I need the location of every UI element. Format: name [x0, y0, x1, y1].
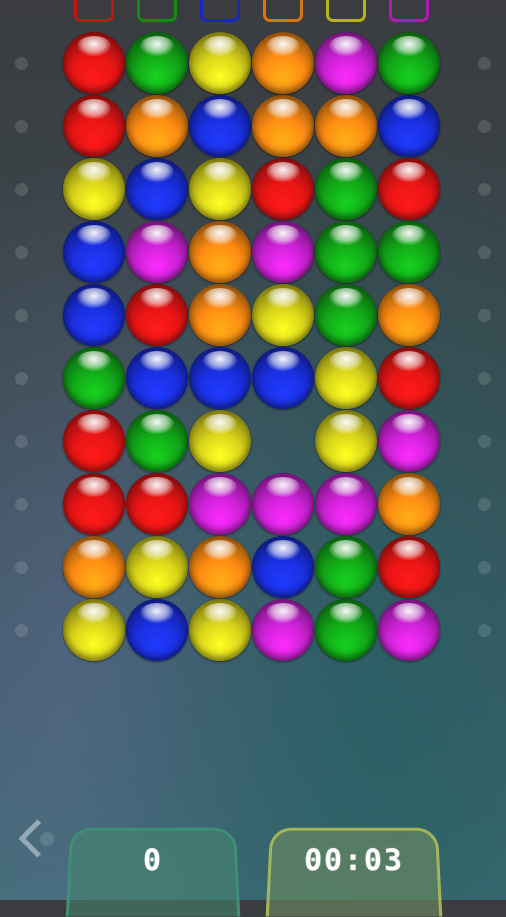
ball-magenta[interactable] [378, 410, 440, 472]
right-row-marker [478, 372, 491, 385]
score-value: 0 [142, 843, 164, 878]
ball-green[interactable] [315, 221, 377, 283]
ball-red[interactable] [252, 158, 314, 220]
ball-magenta[interactable] [315, 473, 377, 535]
ball-magenta[interactable] [252, 599, 314, 661]
ball-blue[interactable] [252, 347, 314, 409]
ball-red[interactable] [378, 536, 440, 598]
timer-value: 00:03 [303, 843, 405, 878]
ball-green[interactable] [315, 536, 377, 598]
ball-orange[interactable] [189, 536, 251, 598]
left-row-marker [15, 561, 28, 574]
ball-orange[interactable] [189, 221, 251, 283]
ball-magenta[interactable] [315, 32, 377, 94]
ball-blue[interactable] [126, 347, 188, 409]
right-row-marker [478, 624, 491, 637]
left-row-marker [15, 435, 28, 448]
timer-panel: 00:03 [265, 827, 443, 917]
ball-red[interactable] [126, 284, 188, 346]
right-row-marker [478, 120, 491, 133]
ball-blue[interactable] [63, 284, 125, 346]
ball-magenta[interactable] [189, 473, 251, 535]
ball-orange[interactable] [189, 284, 251, 346]
ball-orange[interactable] [252, 32, 314, 94]
right-row-marker [478, 309, 491, 322]
ball-blue[interactable] [63, 221, 125, 283]
ball-yellow[interactable] [189, 410, 251, 472]
left-row-marker [15, 372, 28, 385]
ball-blue[interactable] [189, 95, 251, 157]
ball-green[interactable] [126, 32, 188, 94]
ball-green[interactable] [63, 347, 125, 409]
ball-yellow[interactable] [63, 599, 125, 661]
ball-red[interactable] [378, 347, 440, 409]
ball-yellow[interactable] [189, 599, 251, 661]
ball-magenta[interactable] [252, 473, 314, 535]
right-row-marker [478, 183, 491, 196]
ball-orange[interactable] [315, 95, 377, 157]
ball-red[interactable] [63, 95, 125, 157]
ball-green[interactable] [315, 158, 377, 220]
left-row-marker [15, 183, 28, 196]
ball-blue[interactable] [189, 347, 251, 409]
ball-yellow[interactable] [315, 410, 377, 472]
left-row-marker [15, 57, 28, 70]
right-row-marker [478, 435, 491, 448]
ball-grid [0, 0, 506, 700]
ball-yellow[interactable] [63, 158, 125, 220]
ball-orange[interactable] [63, 536, 125, 598]
ball-magenta[interactable] [378, 599, 440, 661]
left-row-marker [15, 120, 28, 133]
ball-red[interactable] [63, 32, 125, 94]
right-row-marker [478, 561, 491, 574]
ball-orange[interactable] [378, 284, 440, 346]
ball-red[interactable] [378, 158, 440, 220]
left-row-marker [15, 498, 28, 511]
ball-orange[interactable] [252, 95, 314, 157]
ball-red[interactable] [63, 473, 125, 535]
left-row-marker [15, 624, 28, 637]
ball-yellow[interactable] [315, 347, 377, 409]
ball-green[interactable] [378, 221, 440, 283]
ball-magenta[interactable] [252, 221, 314, 283]
ball-red[interactable] [63, 410, 125, 472]
ball-red[interactable] [126, 473, 188, 535]
left-row-marker [15, 246, 28, 259]
ball-orange[interactable] [126, 95, 188, 157]
ball-yellow[interactable] [189, 158, 251, 220]
right-row-marker [478, 498, 491, 511]
back-button[interactable] [6, 812, 57, 864]
right-row-marker [478, 246, 491, 259]
ball-yellow[interactable] [189, 32, 251, 94]
ball-blue[interactable] [252, 536, 314, 598]
ball-blue[interactable] [126, 158, 188, 220]
ball-yellow[interactable] [126, 536, 188, 598]
ball-blue[interactable] [126, 599, 188, 661]
left-row-marker [15, 309, 28, 322]
score-panel: 0 [65, 827, 241, 917]
ball-yellow[interactable] [252, 284, 314, 346]
ball-green[interactable] [126, 410, 188, 472]
ball-magenta[interactable] [126, 221, 188, 283]
ball-blue[interactable] [378, 95, 440, 157]
ball-green[interactable] [315, 284, 377, 346]
right-row-marker [478, 57, 491, 70]
ball-green[interactable] [315, 599, 377, 661]
ball-orange[interactable] [378, 473, 440, 535]
ball-green[interactable] [378, 32, 440, 94]
